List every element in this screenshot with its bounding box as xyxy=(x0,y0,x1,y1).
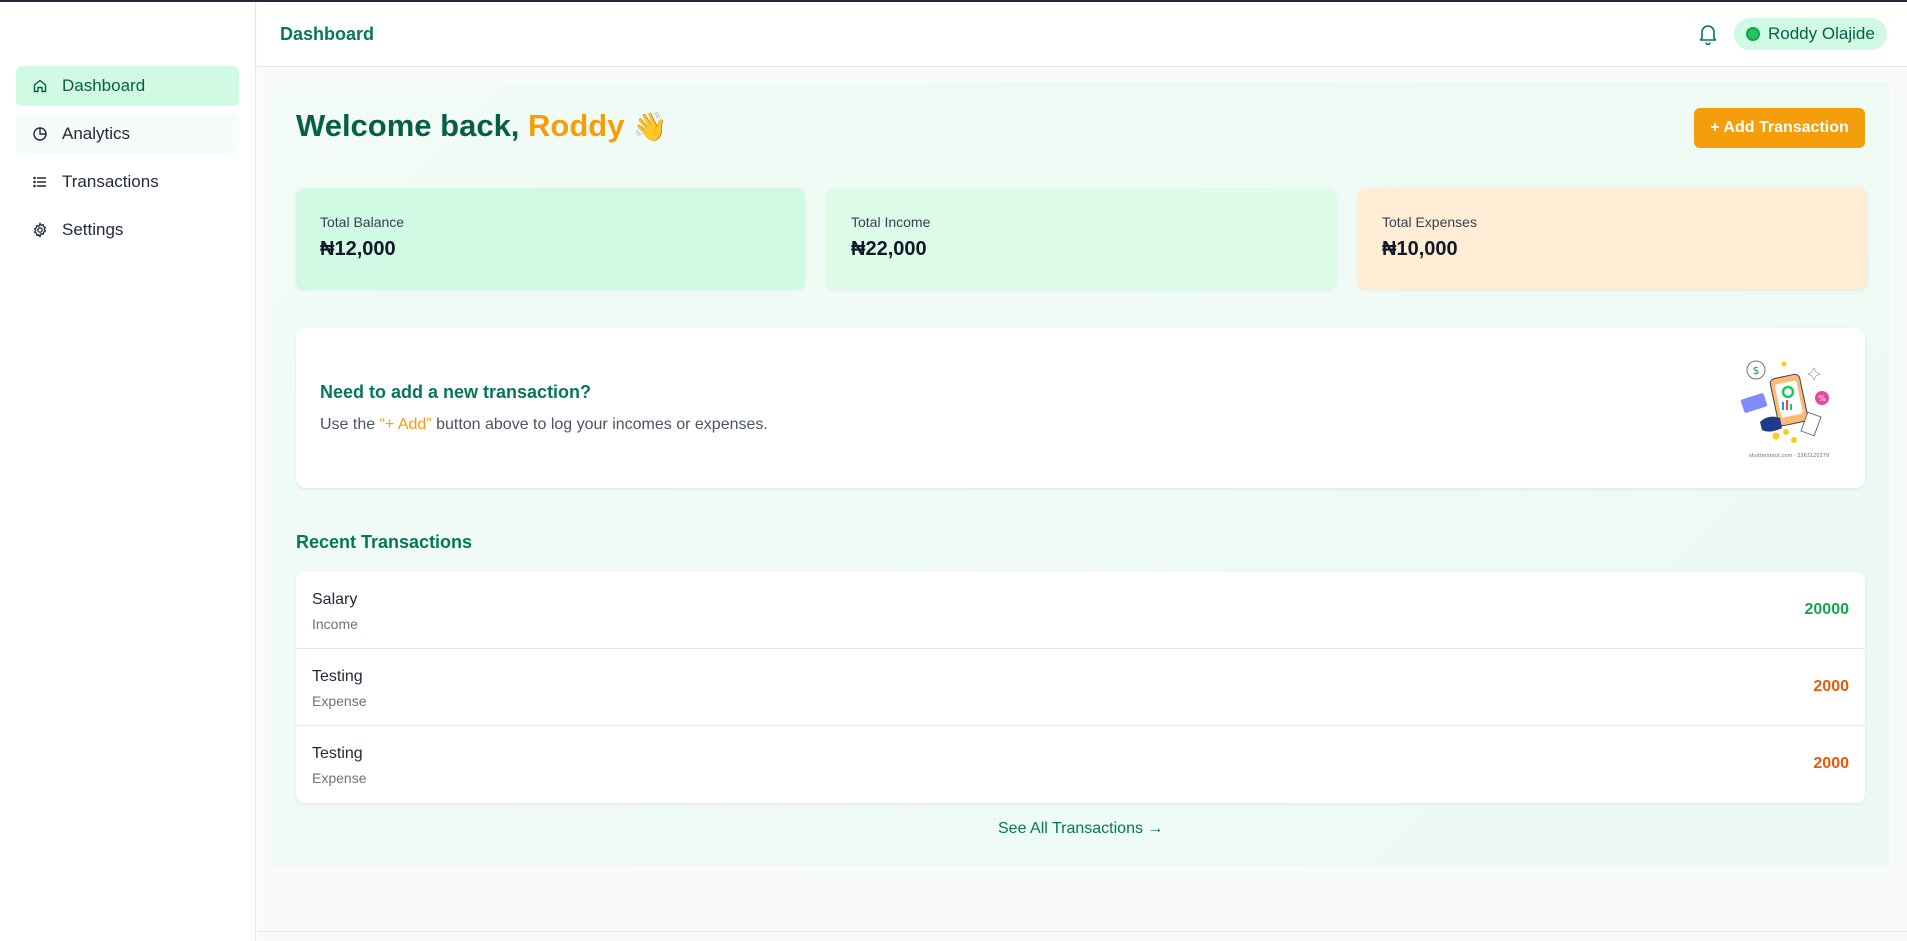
sidebar-item-label: Transactions xyxy=(62,172,159,191)
transaction-name: Testing xyxy=(312,745,363,762)
sidebar-item-label: Dashboard xyxy=(62,76,146,95)
sidebar: Dashboard Analytics Transactions Setting… xyxy=(0,2,256,941)
gear-icon xyxy=(32,222,48,238)
page-title: Dashboard xyxy=(280,24,375,44)
user-name: Roddy Olajide xyxy=(1768,24,1875,43)
bell-icon[interactable] xyxy=(1698,23,1718,46)
transaction-amount: 20000 xyxy=(1804,601,1850,618)
illustration-caption: shutterstock.com · 2363120379 xyxy=(1749,453,1829,459)
prompt-text-after: button above to log your incomes or expe… xyxy=(431,416,768,433)
transaction-amount: 2000 xyxy=(1813,678,1849,695)
total-expenses-card: Total Expenses ₦10,000 xyxy=(1358,188,1867,289)
recent-transactions-title: Recent Transactions xyxy=(296,532,473,552)
welcome-name: Roddy xyxy=(528,108,625,143)
welcome-heading: Welcome back, Roddy 👋 xyxy=(296,108,667,144)
total-income-card: Total Income ₦22,000 xyxy=(827,188,1336,289)
list-item[interactable]: Testing Expense 2000 xyxy=(296,649,1865,726)
card-value: ₦10,000 xyxy=(1382,238,1458,260)
transaction-type: Expense xyxy=(312,770,367,786)
svg-text:%: % xyxy=(1818,394,1826,403)
card-label: Total Income xyxy=(851,214,931,230)
welcome-prefix: Welcome back, xyxy=(296,108,529,143)
sidebar-item-label: Settings xyxy=(62,220,124,239)
transaction-type: Expense xyxy=(312,693,367,709)
transaction-type: Income xyxy=(312,616,358,632)
avatar xyxy=(1746,27,1760,41)
prompt-text-highlight: “+ Add” xyxy=(379,416,432,433)
sidebar-nav: Dashboard Analytics Transactions Setting… xyxy=(16,66,239,258)
prompt-title: Need to add a new transaction? xyxy=(320,382,592,402)
list-item[interactable]: Salary Income 20000 xyxy=(296,572,1865,649)
card-value: ₦22,000 xyxy=(851,238,927,260)
transaction-name: Salary xyxy=(312,591,358,608)
see-all-transactions-link[interactable]: See All Transactions → xyxy=(998,820,1163,838)
top-header: Dashboard Roddy Olajide xyxy=(257,2,1907,67)
prompt-text-before: Use the xyxy=(320,416,380,433)
finance-illustration: $ % shutterstock.com · 2363120379 xyxy=(1740,360,1829,459)
total-balance-card: Total Balance ₦12,000 xyxy=(296,188,805,289)
sidebar-item-analytics[interactable]: Analytics xyxy=(16,114,239,154)
user-menu[interactable]: Roddy Olajide xyxy=(1734,18,1887,50)
list-item[interactable]: Testing Expense 2000 xyxy=(296,726,1865,803)
sidebar-item-dashboard[interactable]: Dashboard xyxy=(16,66,239,106)
home-icon xyxy=(32,78,48,94)
card-value: ₦12,000 xyxy=(320,238,396,260)
app-window: Dashboard Analytics Transactions Setting… xyxy=(0,0,1907,941)
sidebar-item-label: Analytics xyxy=(62,124,131,143)
wave-icon: 👋 xyxy=(632,111,668,142)
sidebar-item-settings[interactable]: Settings xyxy=(16,210,239,250)
pie-chart-icon xyxy=(32,126,48,142)
prompt-text: Use the “+ Add” button above to log your… xyxy=(320,416,768,434)
list-icon xyxy=(32,174,48,190)
sidebar-item-transactions[interactable]: Transactions xyxy=(16,162,239,202)
add-transaction-prompt: Need to add a new transaction? Use the “… xyxy=(296,328,1865,488)
add-transaction-button[interactable]: + Add Transaction xyxy=(1694,108,1865,148)
svg-text:$: $ xyxy=(1753,364,1760,377)
card-label: Total Balance xyxy=(320,214,405,230)
card-label: Total Expenses xyxy=(1382,214,1477,230)
transactions-list: Salary Income 20000 Testing Expense 2000… xyxy=(296,572,1865,803)
footer-divider xyxy=(257,931,1907,932)
transaction-name: Testing xyxy=(312,668,363,685)
transaction-amount: 2000 xyxy=(1813,755,1849,772)
